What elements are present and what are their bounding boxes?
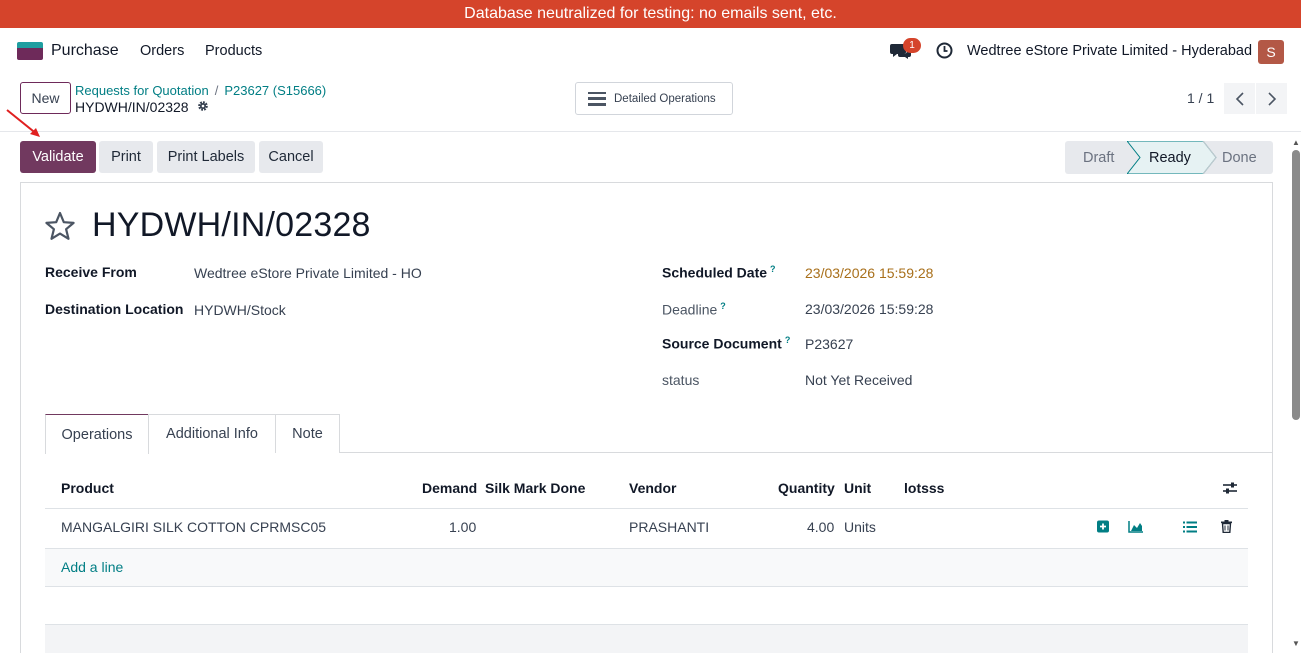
chat-notification-badge: 1: [903, 38, 921, 53]
print-button[interactable]: Print: [99, 141, 153, 173]
status-ready[interactable]: Ready: [1149, 141, 1191, 174]
active-tab-gap: [46, 452, 148, 454]
scheduled-date-value[interactable]: 23/03/2026 15:59:28: [805, 265, 933, 281]
scroll-up-arrow[interactable]: ▲: [1291, 138, 1301, 148]
control-panel: New Requests for Quotation / P23627 (S1566…: [0, 74, 1301, 132]
company-switcher[interactable]: Wedtree eStore Private Limited - Hyderab…: [967, 43, 1252, 59]
destination-location-value[interactable]: HYDWH/Stock: [194, 302, 286, 318]
status-label: status: [662, 372, 700, 388]
add-a-line-link[interactable]: Add a line: [61, 559, 123, 575]
scrollbar-thumb[interactable]: [1292, 150, 1300, 420]
pager-value[interactable]: 1 / 1: [1187, 90, 1214, 106]
receive-from-label: Receive From: [45, 264, 137, 280]
row-quantity[interactable]: 4.00: [807, 519, 834, 535]
row-demand[interactable]: 1.00: [449, 519, 476, 535]
menu-products[interactable]: Products: [205, 43, 262, 59]
trash-icon[interactable]: [1221, 520, 1232, 533]
col-quantity[interactable]: Quantity: [778, 480, 835, 496]
add-line-row: [45, 549, 1248, 587]
menu-orders[interactable]: Orders: [140, 43, 184, 59]
list-icon[interactable]: [1183, 521, 1197, 533]
detailed-operations-button[interactable]: Detailed Operations: [575, 82, 733, 115]
row-vendor[interactable]: PRASHANTI: [629, 519, 709, 535]
col-demand[interactable]: Demand: [422, 480, 477, 496]
row-product[interactable]: MANGALGIRI SILK COTTON CPRMSC05: [61, 519, 326, 535]
status-value: Not Yet Received: [805, 372, 913, 388]
pager-previous-button[interactable]: [1224, 83, 1255, 114]
breadcrumb-current: HYDWH/IN/02328: [75, 99, 189, 115]
col-vendor[interactable]: Vendor: [629, 480, 676, 496]
breadcrumb-purchase-order[interactable]: P23627 (S15666): [224, 83, 326, 98]
clock-icon[interactable]: [936, 42, 953, 59]
chevron-right-icon: [1267, 91, 1276, 106]
breadcrumb-separator: /: [214, 83, 219, 98]
breadcrumb: Requests for Quotation / P23627 (S15666): [75, 83, 326, 98]
chart-area-icon[interactable]: [1128, 520, 1144, 533]
deadline-value[interactable]: 23/03/2026 15:59:28: [805, 301, 933, 317]
star-icon[interactable]: [44, 211, 76, 241]
test-database-banner: Database neutralized for testing: no ema…: [0, 0, 1301, 28]
cancel-button[interactable]: Cancel: [259, 141, 323, 173]
user-avatar[interactable]: S: [1258, 40, 1284, 64]
col-unit[interactable]: Unit: [844, 480, 871, 496]
pager-next-button[interactable]: [1256, 83, 1287, 114]
col-silk-mark-done[interactable]: Silk Mark Done: [485, 480, 585, 496]
add-line-divider: [45, 586, 1248, 587]
destination-location-label: Destination Location: [45, 301, 184, 317]
receive-from-value[interactable]: Wedtree eStore Private Limited - HO: [194, 265, 422, 281]
table-footer: [45, 624, 1248, 653]
status-draft[interactable]: Draft: [1083, 141, 1114, 174]
app-name[interactable]: Purchase: [51, 42, 119, 60]
breadcrumb-rfq[interactable]: Requests for Quotation: [75, 83, 209, 98]
tab-note[interactable]: Note: [275, 414, 340, 453]
status-bar: Draft Ready Done: [1065, 141, 1273, 174]
banner-text: Database neutralized for testing: no ema…: [464, 5, 837, 22]
tab-additional-info[interactable]: Additional Info: [148, 414, 276, 453]
scroll-down-arrow[interactable]: ▼: [1291, 639, 1301, 649]
chevron-left-icon: [1235, 91, 1244, 106]
annotation-arrow: [6, 109, 40, 137]
detailed-operations-label: Detailed Operations: [614, 92, 716, 105]
source-document-value[interactable]: P23627: [805, 336, 853, 352]
validate-button[interactable]: Validate: [20, 141, 96, 173]
status-done[interactable]: Done: [1222, 141, 1257, 174]
tab-operations[interactable]: Operations: [45, 414, 149, 454]
row-unit[interactable]: Units: [844, 519, 876, 535]
hamburger-icon: [588, 91, 606, 106]
col-product[interactable]: Product: [61, 480, 114, 496]
status-separator: [1202, 141, 1217, 174]
col-lots[interactable]: lotsss: [904, 480, 944, 496]
scheduled-date-label: Scheduled Date?: [662, 264, 776, 281]
purchase-app-icon[interactable]: [17, 42, 43, 60]
top-navbar: Purchase Orders Products 1 Wedtree eStor…: [0, 28, 1301, 74]
deadline-label: Deadline?: [662, 301, 726, 318]
source-document-label: Source Document?: [662, 335, 791, 352]
print-labels-button[interactable]: Print Labels: [157, 141, 255, 173]
record-title: HYDWH/IN/02328: [92, 206, 371, 244]
plus-square-icon[interactable]: [1097, 520, 1109, 533]
gear-icon[interactable]: [197, 100, 209, 112]
settings-sliders-icon[interactable]: [1222, 481, 1238, 495]
